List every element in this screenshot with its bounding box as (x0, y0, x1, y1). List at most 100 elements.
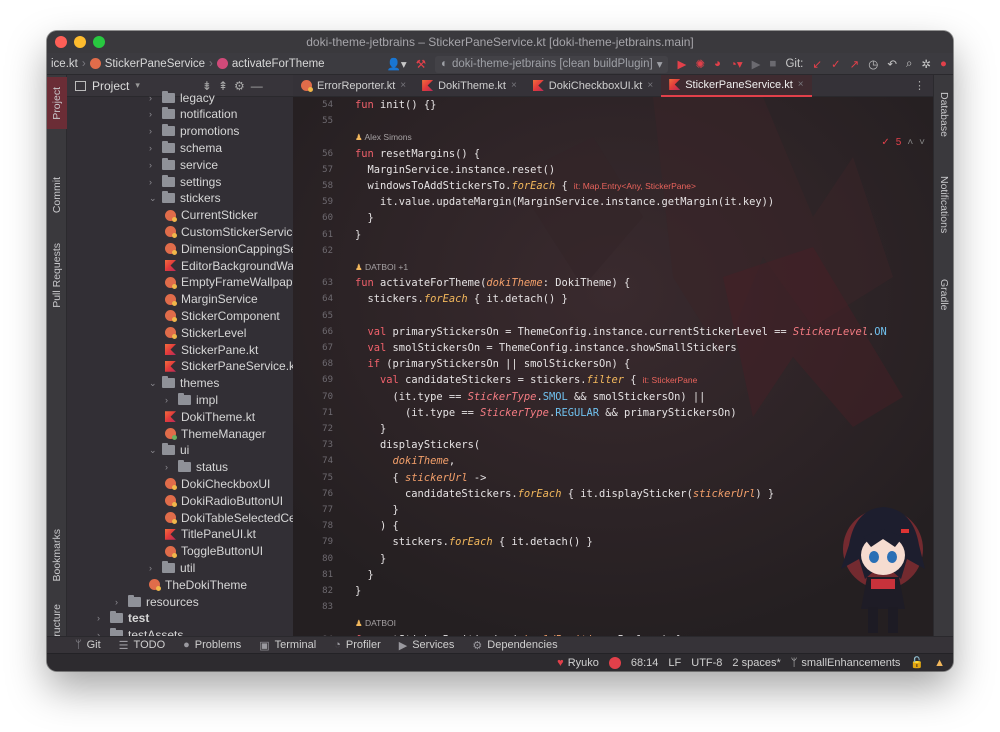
tree-folder[interactable]: › resources (115, 593, 199, 610)
tool-window-todo[interactable]: ☰ TODO (119, 639, 165, 652)
next-highlight-icon[interactable]: ˅ (919, 137, 925, 148)
code-line[interactable]: } (355, 567, 374, 584)
code-line[interactable]: it.value.updateMargin(MarginService.inst… (355, 194, 774, 211)
caret-position[interactable]: 68:14 (631, 657, 659, 669)
code-line[interactable]: } (355, 551, 386, 568)
tree-folder[interactable]: › service (149, 156, 218, 173)
tree-folder[interactable]: › settings (149, 173, 221, 190)
code-line[interactable]: } (355, 227, 361, 244)
tree-file[interactable]: StickerPaneService.kt (165, 358, 293, 375)
profile-icon[interactable]: ◔▾ (730, 57, 743, 71)
git-branch[interactable]: ᛘ smallEnhancements (791, 657, 901, 669)
breadcrumb-file[interactable]: ice.kt (51, 58, 78, 70)
tool-tab-notifications[interactable]: Notifications (934, 155, 953, 255)
code-line[interactable]: val smolStickersOn = ThemeConfig.instanc… (355, 340, 737, 357)
indent-setting[interactable]: 2 spaces* (732, 657, 780, 669)
project-panel-title[interactable]: Project (92, 79, 129, 93)
code-line[interactable]: { stickerUrl -> (355, 470, 487, 487)
chevron-down-icon[interactable]: ⌄ (149, 445, 157, 456)
code-line[interactable]: stickers.forEach { it.detach() } (355, 534, 593, 551)
rollback-icon[interactable]: ↶ (887, 57, 897, 71)
line-separator[interactable]: LF (668, 657, 681, 669)
code-line[interactable]: windowsToAddStickersTo.forEach {it: Map.… (355, 178, 696, 195)
tree-folder[interactable]: ⌄ ui (149, 442, 189, 459)
tree-folder[interactable]: ⌄ themes (149, 375, 219, 392)
code-line[interactable]: val candidateStickers = stickers.filter … (355, 372, 697, 389)
close-tab-icon[interactable]: × (511, 80, 517, 91)
collapse-all-icon[interactable]: ⇞ (218, 79, 228, 93)
tree-folder[interactable]: ⌄ stickers (149, 190, 221, 207)
user-icon[interactable]: 👤▾ (387, 57, 407, 71)
tree-file[interactable]: DokiTheme.kt (165, 408, 255, 425)
tree-folder[interactable]: › util (149, 559, 195, 576)
minimize-window-button[interactable] (74, 36, 86, 48)
debug-icon[interactable]: ✺ (695, 57, 705, 71)
author-hint[interactable]: ♟ DATBOI +1 (355, 259, 408, 276)
tool-tab-pull-requests[interactable]: Pull Requests (47, 235, 67, 315)
close-tab-icon[interactable]: × (798, 79, 804, 90)
chevron-right-icon[interactable]: › (149, 109, 157, 119)
chevron-down-icon[interactable]: ⌄ (149, 378, 157, 389)
tree-file[interactable]: StickerComponent (165, 307, 280, 324)
code-line[interactable]: fun activateForTheme(dokiTheme: DokiThem… (355, 275, 630, 292)
tree-folder[interactable]: › impl (165, 391, 218, 408)
settings-gear-icon[interactable]: ✲ (921, 57, 931, 71)
tool-window-git[interactable]: ᛘ Git (75, 639, 101, 651)
chevron-right-icon[interactable]: › (97, 613, 105, 623)
editor-tab[interactable]: StickerPaneService.kt × (661, 75, 812, 97)
code-line[interactable]: fun init() {} (355, 97, 436, 114)
tree-file[interactable]: StickerLevel (165, 324, 246, 341)
tree-file[interactable]: ThemeManager (165, 425, 266, 442)
git-commit-icon[interactable]: ✓ (831, 57, 841, 71)
chevron-down-icon[interactable]: ▾ (135, 80, 140, 91)
code-line[interactable]: } (355, 421, 386, 438)
event-log-icon[interactable]: ▲ (934, 657, 945, 669)
chevron-right-icon[interactable]: › (149, 126, 157, 136)
run-icon[interactable]: ▶ (677, 57, 686, 71)
tree-file[interactable]: DokiCheckboxUI (165, 475, 270, 492)
inspection-widget[interactable]: ✓ 5 ˄ ˅ (881, 137, 925, 148)
chevron-right-icon[interactable]: › (149, 93, 157, 103)
breadcrumb-method[interactable]: activateForTheme (232, 58, 325, 70)
tree-file[interactable]: CustomStickerService (165, 223, 293, 240)
tool-window-problems[interactable]: ● Problems (183, 639, 241, 651)
tree-file[interactable]: DokiTableSelectedCell (165, 509, 293, 526)
git-update-icon[interactable]: ↙ (812, 57, 822, 71)
tool-window-services[interactable]: ▶ Services (399, 639, 455, 652)
code-line[interactable]: } (355, 583, 361, 600)
code-line[interactable]: displayStickers( (355, 437, 480, 454)
chevron-right-icon[interactable]: › (149, 177, 157, 187)
chevron-right-icon[interactable]: › (165, 462, 173, 472)
tree-file[interactable]: TitlePaneUI.kt (165, 526, 256, 543)
tree-folder[interactable]: › legacy (149, 89, 215, 106)
coverage-icon[interactable]: ◕ (714, 58, 721, 70)
chevron-right-icon[interactable]: › (149, 160, 157, 170)
tree-file[interactable]: EmptyFrameWallpaper (165, 274, 293, 291)
code-line[interactable]: fun resetMargins() { (355, 146, 480, 163)
chevron-down-icon[interactable]: ⌄ (149, 193, 157, 204)
lock-icon[interactable]: 🔓 (910, 656, 924, 669)
code-line[interactable]: } (355, 210, 374, 227)
code-line[interactable]: stickers.forEach { it.detach() } (355, 291, 568, 308)
tool-tab-database[interactable]: Database (934, 79, 953, 149)
tree-file[interactable]: TheDokiTheme (149, 576, 247, 593)
hide-panel-icon[interactable]: — (251, 79, 263, 93)
tool-window-terminal[interactable]: ▣ Terminal (259, 639, 316, 652)
editor-tab[interactable]: ErrorReporter.kt × (293, 75, 414, 97)
previous-highlight-icon[interactable]: ˄ (907, 137, 913, 148)
code-line[interactable]: candidateStickers.forEach { it.displaySt… (355, 486, 774, 503)
code-line[interactable]: (it.type == StickerType.SMOL && smolStic… (355, 389, 706, 406)
author-hint[interactable]: ♟ Alex Simons (355, 129, 412, 146)
close-tab-icon[interactable]: × (647, 80, 653, 91)
tree-folder[interactable]: › notification (149, 106, 237, 123)
close-window-button[interactable] (55, 36, 67, 48)
gear-icon[interactable]: ⚙ (234, 79, 245, 93)
tool-tab-project[interactable]: Project (47, 77, 67, 129)
tree-folder[interactable]: › schema (149, 139, 222, 156)
tool-window-profiler[interactable]: ◔ Profiler (334, 639, 381, 651)
chevron-right-icon[interactable]: › (149, 563, 157, 573)
tree-file[interactable]: DokiRadioButtonUI (165, 492, 283, 509)
chevron-right-icon[interactable]: › (149, 143, 157, 153)
tool-window-dependencies[interactable]: ⚙ Dependencies (472, 639, 557, 652)
code-line[interactable]: } (355, 502, 399, 519)
